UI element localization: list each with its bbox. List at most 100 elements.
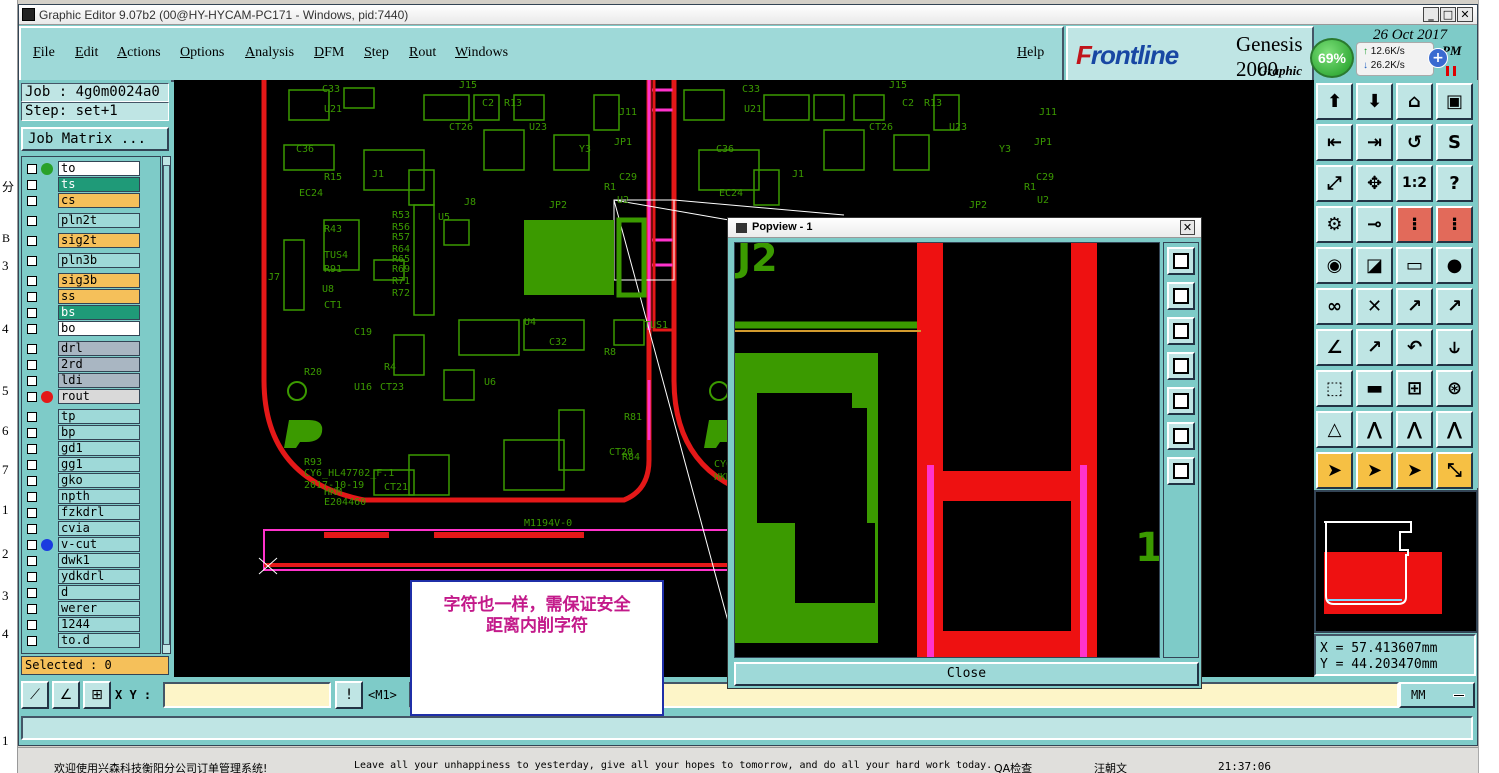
triangle-button[interactable]: △ xyxy=(1316,411,1353,448)
layer-checkbox[interactable] xyxy=(27,428,37,438)
pointer-button[interactable]: ➤ xyxy=(1316,452,1353,489)
layer-name[interactable]: cs xyxy=(58,193,140,208)
snap-red-2-button[interactable]: ⁝ xyxy=(1436,206,1473,243)
layer-row[interactable]: bo xyxy=(22,321,160,337)
zoom-move-button[interactable]: ✥ xyxy=(1356,165,1393,202)
layer-row[interactable]: drl xyxy=(22,341,160,357)
layer-name[interactable]: ss xyxy=(58,289,140,304)
layer-checkbox[interactable] xyxy=(27,636,37,646)
pointer-3-button[interactable]: ➤ xyxy=(1396,452,1433,489)
layer-row[interactable]: pln2t xyxy=(22,213,160,229)
layer-name[interactable]: tp xyxy=(58,409,140,424)
layer-name[interactable]: 1244 xyxy=(58,617,140,632)
redraw-button[interactable]: S xyxy=(1436,124,1473,161)
layer-row[interactable]: gko xyxy=(22,473,160,489)
pan-right-button[interactable]: ⇥ xyxy=(1356,124,1393,161)
circle-button[interactable]: ● xyxy=(1436,247,1473,284)
menu-help[interactable]: Help xyxy=(1017,45,1044,61)
cluster-button[interactable]: ⊛ xyxy=(1436,370,1473,407)
bar-button[interactable]: ▬ xyxy=(1356,370,1393,407)
pad-select-button[interactable]: ◉ xyxy=(1316,247,1353,284)
layer-name[interactable]: to.d xyxy=(58,633,140,648)
layer-checkbox[interactable] xyxy=(27,196,37,206)
layer-row[interactable]: werer xyxy=(22,601,160,617)
layer-row[interactable]: cvia xyxy=(22,521,160,537)
layer-name[interactable]: fzkdrl xyxy=(58,505,140,520)
layer-name[interactable]: 2rd xyxy=(58,357,140,372)
execute-button[interactable]: ! xyxy=(335,681,363,709)
popview-zoom-button[interactable] xyxy=(1167,247,1195,275)
menu-edit[interactable]: Edit xyxy=(75,45,98,61)
menu-rout[interactable]: Rout xyxy=(409,45,436,61)
layer-name[interactable]: ts xyxy=(58,177,140,192)
minimize-button[interactable]: _ xyxy=(1423,7,1439,22)
menu-analysis[interactable]: Analysis xyxy=(245,45,294,61)
layer-row[interactable]: dwk1 xyxy=(22,553,160,569)
layer-row[interactable]: ts xyxy=(22,177,160,193)
line-arrow-button[interactable]: ↗ xyxy=(1396,288,1433,325)
layer-name[interactable]: ydkdrl xyxy=(58,569,140,584)
layer-row[interactable]: tp xyxy=(22,409,160,425)
layer-row[interactable]: cs xyxy=(22,193,160,209)
layer-row[interactable]: d xyxy=(22,585,160,601)
grid-icon[interactable]: ⊞ xyxy=(83,681,111,709)
layer-checkbox[interactable] xyxy=(27,292,37,302)
layer-row[interactable]: rout xyxy=(22,389,160,405)
layer-row[interactable]: fzkdrl xyxy=(22,505,160,521)
zoom-fit-button[interactable]: ⤢ xyxy=(1316,165,1353,202)
layer-checkbox[interactable] xyxy=(27,376,37,386)
layer-row[interactable]: ss xyxy=(22,289,160,305)
layer-checkbox[interactable] xyxy=(27,392,37,402)
layer-name[interactable]: drl xyxy=(58,341,140,356)
polygon-c-button[interactable]: ⋀ xyxy=(1436,411,1473,448)
layer-name[interactable]: pln2t xyxy=(58,213,140,228)
popview-close-icon[interactable]: ✕ xyxy=(1180,220,1195,235)
layer-name[interactable]: gko xyxy=(58,473,140,488)
grid-button[interactable]: ⊞ xyxy=(1396,370,1433,407)
layer-row[interactable]: to.d xyxy=(22,633,160,649)
popview-right-button[interactable] xyxy=(1167,387,1195,415)
home-button[interactable]: ⌂ xyxy=(1396,83,1433,120)
popview-up-button[interactable] xyxy=(1167,282,1195,310)
popview-down-button[interactable] xyxy=(1167,317,1195,345)
layer-checkbox[interactable] xyxy=(27,216,37,226)
layer-name[interactable]: v-cut xyxy=(58,537,140,552)
layer-row[interactable]: ydkdrl xyxy=(22,569,160,585)
layer-checkbox[interactable] xyxy=(27,344,37,354)
feature-select-button[interactable]: ◪ xyxy=(1356,247,1393,284)
popview-titlebar[interactable]: Popview - 1 ✕ xyxy=(728,218,1201,238)
layer-checkbox[interactable] xyxy=(27,324,37,334)
angle-button[interactable]: ∠ xyxy=(1316,329,1353,366)
cross-button[interactable]: ✕ xyxy=(1356,288,1393,325)
measure-button[interactable]: ⊸ xyxy=(1356,206,1393,243)
layer-checkbox[interactable] xyxy=(27,588,37,598)
close-button[interactable]: ✕ xyxy=(1457,7,1473,22)
pointer-4-button[interactable]: ⤡ xyxy=(1436,452,1473,489)
layer-name[interactable]: sig2t xyxy=(58,233,140,248)
layer-row[interactable]: 1244 xyxy=(22,617,160,633)
layer-row[interactable]: 2rd xyxy=(22,357,160,373)
polygon-a-button[interactable]: ⋀ xyxy=(1356,411,1393,448)
polygon-b-button[interactable]: ⋀ xyxy=(1396,411,1433,448)
angle-icon[interactable]: ∠ xyxy=(52,681,80,709)
layer-checkbox[interactable] xyxy=(27,508,37,518)
settings-button[interactable]: ⚙ xyxy=(1316,206,1353,243)
undo-view-button[interactable]: ↺ xyxy=(1396,124,1433,161)
layer-name[interactable]: pln3b xyxy=(58,253,140,268)
layer-name[interactable]: d xyxy=(58,585,140,600)
layer-row[interactable]: gd1 xyxy=(22,441,160,457)
layer-row[interactable]: gg1 xyxy=(22,457,160,473)
layer-name[interactable]: gg1 xyxy=(58,457,140,472)
snap-red-button[interactable]: ⁝ xyxy=(1396,206,1433,243)
layer-name[interactable]: gd1 xyxy=(58,441,140,456)
window-titlebar[interactable]: Graphic Editor 9.07b2 (00@HY-HYCAM-PC171… xyxy=(19,5,1477,25)
layer-name[interactable]: cvia xyxy=(58,521,140,536)
draw-line-button[interactable]: ↗ xyxy=(1356,329,1393,366)
menu-step[interactable]: Step xyxy=(364,45,389,61)
layer-row[interactable]: sig3b xyxy=(22,273,160,289)
unit-selector[interactable]: MM xyxy=(1399,682,1475,708)
arc-button[interactable]: ↶ xyxy=(1396,329,1433,366)
layer-checkbox[interactable] xyxy=(27,540,37,550)
xy-input[interactable] xyxy=(163,682,331,708)
layer-checkbox[interactable] xyxy=(27,476,37,486)
